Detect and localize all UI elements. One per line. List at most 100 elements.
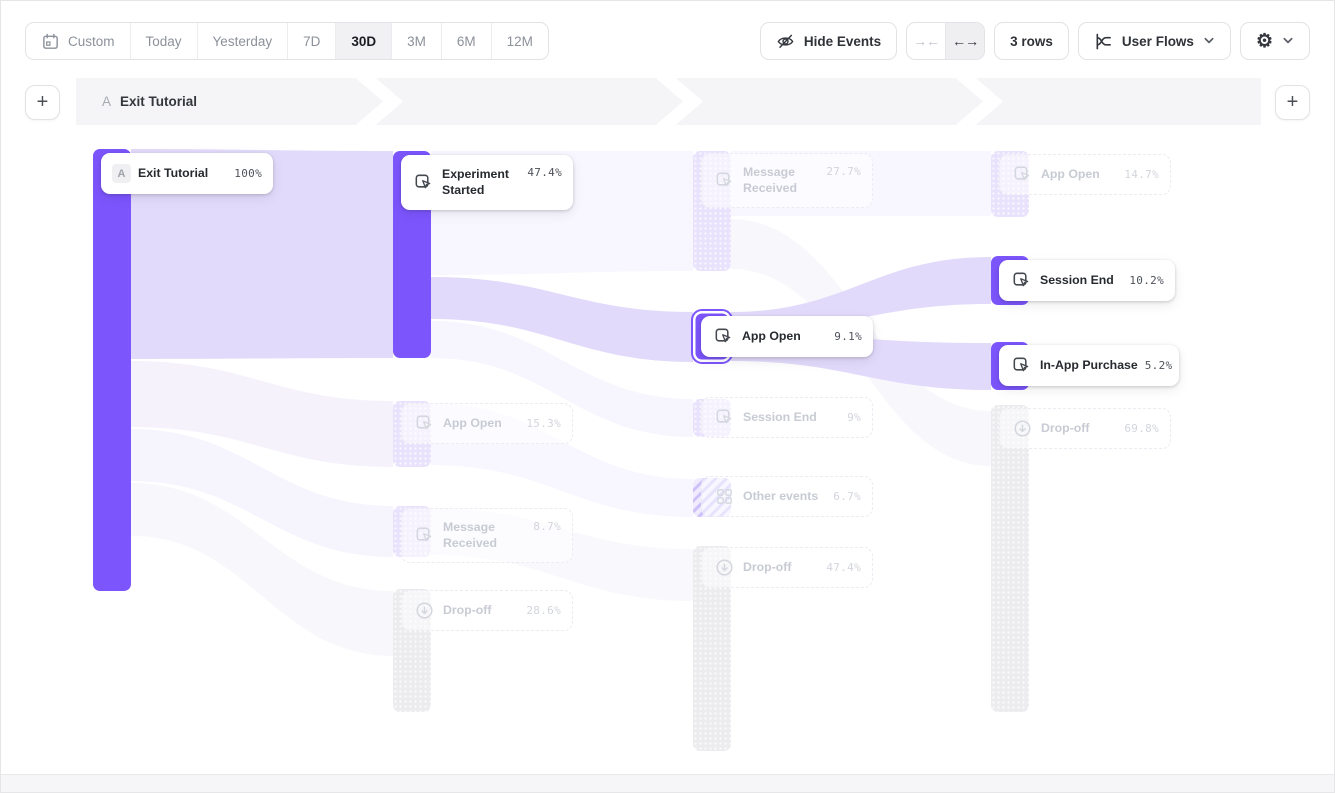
collapse-columns-icon[interactable]: →← bbox=[907, 23, 945, 59]
event-cursor-icon bbox=[413, 412, 436, 435]
date-range-7d[interactable]: 7D bbox=[288, 23, 336, 59]
event-cursor-icon bbox=[1010, 354, 1033, 377]
column-width-toggle: →← ←→ bbox=[906, 22, 985, 60]
user-flows-page: Custom Today Yesterday 7D 30D 3M 6M 12M … bbox=[0, 0, 1335, 793]
eye-off-icon bbox=[776, 32, 795, 51]
node-label: Drop-off bbox=[743, 560, 819, 576]
settings-dropdown[interactable]: ⚙ bbox=[1240, 22, 1310, 60]
node-value: 10.2% bbox=[1129, 274, 1164, 287]
flow-node-message-received[interactable]: Message Received 27.7% bbox=[701, 153, 873, 208]
node-value: 47.4% bbox=[527, 166, 562, 179]
flow-node-other-events[interactable]: Other events 6.7% bbox=[701, 476, 873, 517]
grid-icon bbox=[713, 485, 736, 508]
date-range-label: 30D bbox=[351, 34, 376, 49]
flow-node-session-end[interactable]: Session End 9% bbox=[701, 397, 873, 438]
add-step-left-button[interactable]: + bbox=[25, 85, 60, 120]
date-range-12m[interactable]: 12M bbox=[492, 23, 548, 59]
gear-icon: ⚙ bbox=[1256, 32, 1273, 51]
sankey-bar-dropoff[interactable] bbox=[991, 405, 1029, 712]
plus-icon: + bbox=[1287, 91, 1299, 114]
node-label: Session End bbox=[743, 410, 840, 426]
node-label: Message Received bbox=[743, 165, 819, 197]
date-range-label: Today bbox=[146, 34, 182, 49]
flow-node-app-open[interactable]: App Open 15.3% bbox=[401, 403, 573, 444]
flow-node-experiment-started[interactable]: Experiment Started 47.4% bbox=[401, 155, 573, 210]
date-range-30d[interactable]: 30D bbox=[336, 23, 392, 59]
date-range-label: Yesterday bbox=[213, 34, 273, 49]
user-flows-chart-icon bbox=[1094, 32, 1113, 51]
rows-button[interactable]: 3 rows bbox=[994, 22, 1069, 60]
expand-arrows-glyph: ←→ bbox=[952, 33, 978, 49]
view-selector-dropdown[interactable]: User Flows bbox=[1078, 22, 1231, 60]
node-label: App Open bbox=[742, 329, 827, 345]
plus-icon: + bbox=[37, 91, 49, 114]
flow-node-dropoff[interactable]: Drop-off 69.8% bbox=[999, 408, 1171, 449]
date-range-label: 12M bbox=[507, 34, 533, 49]
sankey-links bbox=[1, 1, 1335, 793]
add-step-right-button[interactable]: + bbox=[1275, 85, 1310, 120]
date-range-6m[interactable]: 6M bbox=[442, 23, 492, 59]
node-value: 47.4% bbox=[826, 561, 861, 574]
node-value: 28.6% bbox=[526, 604, 561, 617]
hide-events-button[interactable]: Hide Events bbox=[760, 22, 897, 60]
flow-node-exit-tutorial[interactable]: A Exit Tutorial 100% bbox=[101, 153, 273, 194]
toolbar: Custom Today Yesterday 7D 30D 3M 6M 12M … bbox=[25, 22, 1310, 60]
chevron-down-icon bbox=[1203, 35, 1215, 47]
hide-events-label: Hide Events bbox=[804, 34, 881, 49]
flow-node-app-open[interactable]: App Open 9.1% bbox=[701, 316, 873, 357]
node-label: Drop-off bbox=[1041, 421, 1117, 437]
node-value: 15.3% bbox=[526, 417, 561, 430]
node-value: 9.1% bbox=[834, 330, 862, 343]
rows-label: 3 rows bbox=[1010, 34, 1053, 49]
node-value: 27.7% bbox=[826, 165, 861, 178]
node-label: App Open bbox=[1041, 167, 1117, 183]
event-cursor-icon bbox=[713, 169, 736, 192]
date-range-custom[interactable]: Custom bbox=[26, 23, 131, 59]
date-range-label: 7D bbox=[303, 34, 320, 49]
date-range-label: Custom bbox=[68, 34, 115, 49]
node-value: 69.8% bbox=[1124, 422, 1159, 435]
node-label: Exit Tutorial bbox=[138, 166, 227, 182]
flow-node-dropoff[interactable]: Drop-off 47.4% bbox=[701, 547, 873, 588]
arrow-down-circle-icon bbox=[713, 556, 736, 579]
event-cursor-icon bbox=[712, 325, 735, 348]
node-label: Drop-off bbox=[443, 603, 519, 619]
node-label: App Open bbox=[443, 416, 519, 432]
flow-node-message-received[interactable]: Message Received 8.7% bbox=[401, 508, 573, 563]
node-value: 8.7% bbox=[533, 520, 561, 533]
calendar-icon bbox=[41, 32, 60, 51]
event-cursor-icon bbox=[713, 406, 736, 429]
flow-node-session-end[interactable]: Session End 10.2% bbox=[999, 260, 1175, 301]
sankey-bar-exit-tutorial[interactable] bbox=[93, 149, 131, 591]
step-badge: A bbox=[112, 164, 131, 183]
flow-node-app-open[interactable]: App Open 14.7% bbox=[999, 154, 1171, 195]
bottom-scroll-strip[interactable] bbox=[1, 774, 1334, 792]
date-range-label: 3M bbox=[407, 34, 426, 49]
arrow-down-circle-icon bbox=[413, 599, 436, 622]
date-range-today[interactable]: Today bbox=[131, 23, 198, 59]
node-label: Session End bbox=[1040, 273, 1122, 289]
date-range-3m[interactable]: 3M bbox=[392, 23, 442, 59]
view-selector-label: User Flows bbox=[1122, 34, 1194, 49]
expand-columns-icon[interactable]: ←→ bbox=[945, 23, 984, 59]
node-value: 100% bbox=[234, 167, 262, 180]
node-value: 14.7% bbox=[1124, 168, 1159, 181]
date-range-yesterday[interactable]: Yesterday bbox=[198, 23, 289, 59]
node-label: Other events bbox=[743, 489, 826, 505]
collapse-arrows-glyph: →← bbox=[913, 33, 939, 49]
node-label: In-App Purchase bbox=[1040, 358, 1138, 374]
event-cursor-icon bbox=[1010, 269, 1033, 292]
event-cursor-icon bbox=[1011, 163, 1034, 186]
node-label: Message Received bbox=[443, 520, 526, 552]
flow-node-dropoff[interactable]: Drop-off 28.6% bbox=[401, 590, 573, 631]
node-value: 6.7% bbox=[833, 490, 861, 503]
date-range-selector: Custom Today Yesterday 7D 30D 3M 6M 12M bbox=[25, 22, 549, 60]
arrow-down-circle-icon bbox=[1011, 417, 1034, 440]
node-label: Experiment Started bbox=[442, 167, 520, 199]
chevron-down-icon bbox=[1282, 35, 1294, 47]
node-value: 9% bbox=[847, 411, 861, 424]
event-cursor-icon bbox=[412, 171, 435, 194]
date-range-label: 6M bbox=[457, 34, 476, 49]
event-cursor-icon bbox=[413, 524, 436, 547]
flow-node-in-app-purchase[interactable]: In-App Purchase 5.2% bbox=[999, 345, 1179, 386]
